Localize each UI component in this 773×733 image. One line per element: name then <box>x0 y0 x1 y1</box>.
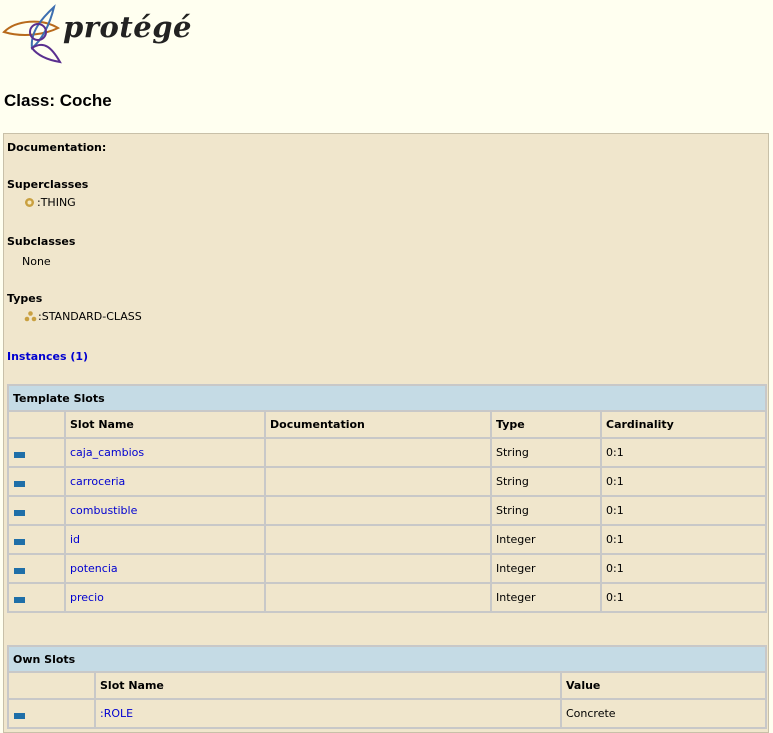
template-slots-table: Template Slots Slot Name Documentation T… <box>7 384 767 613</box>
slot-icon-cell <box>7 698 96 729</box>
slot-type-cell: String <box>490 466 602 497</box>
slot-documentation-cell <box>264 466 492 497</box>
documentation-label: Documentation: <box>7 141 107 154</box>
protege-logo-icon <box>2 4 62 64</box>
column-header-documentation: Documentation <box>264 410 492 439</box>
slot-type-cell: String <box>490 495 602 526</box>
slot-type-cell: String <box>490 437 602 468</box>
slot-icon-cell <box>7 524 66 555</box>
slot-documentation-cell <box>264 437 492 468</box>
page-title: Class: Coche <box>4 91 112 110</box>
table-row: combustible String 0:1 <box>7 495 767 526</box>
slot-cardinality-cell: 0:1 <box>600 437 767 468</box>
slot-link[interactable]: caja_cambios <box>70 446 144 459</box>
slot-name-cell: carroceria <box>64 466 266 497</box>
slot-icon <box>14 597 25 603</box>
slot-link[interactable]: id <box>70 533 80 546</box>
table-row: caja_cambios String 0:1 <box>7 437 767 468</box>
slot-documentation-cell <box>264 582 492 613</box>
slot-link[interactable]: potencia <box>70 562 118 575</box>
types-label: Types <box>7 292 43 305</box>
slot-icon-cell <box>7 437 66 468</box>
slot-type-cell: Integer <box>490 553 602 584</box>
slot-icon-cell <box>7 495 66 526</box>
slot-name-cell: caja_cambios <box>64 437 266 468</box>
slot-icon-cell <box>7 553 66 584</box>
own-slots-table: Own Slots Slot Name Value :ROLE Concrete <box>7 645 767 729</box>
slot-link[interactable]: :ROLE <box>100 707 133 720</box>
slot-cardinality-cell: 0:1 <box>600 495 767 526</box>
slot-icon <box>14 481 25 487</box>
slot-icon <box>14 713 25 719</box>
slot-cardinality-cell: 0:1 <box>600 466 767 497</box>
column-header-slot-name: Slot Name <box>94 671 562 700</box>
slot-name-cell: potencia <box>64 553 266 584</box>
slot-link[interactable]: precio <box>70 591 104 604</box>
template-slots-caption: Template Slots <box>7 384 767 412</box>
slot-icon <box>14 510 25 516</box>
own-slots-caption: Own Slots <box>7 645 767 673</box>
slot-value-cell: Concrete <box>560 698 767 729</box>
column-header-cardinality: Cardinality <box>600 410 767 439</box>
logo-text: protégé <box>63 10 192 44</box>
table-row: carroceria String 0:1 <box>7 466 767 497</box>
table-row: id Integer 0:1 <box>7 524 767 555</box>
slot-icon <box>14 568 25 574</box>
icon-column-header <box>7 410 66 439</box>
slot-name-cell: id <box>64 524 266 555</box>
slot-link[interactable]: carroceria <box>70 475 125 488</box>
superclasses-label: Superclasses <box>7 178 89 191</box>
slot-documentation-cell <box>264 553 492 584</box>
slot-icon <box>14 452 25 458</box>
class-circle-icon <box>25 198 34 207</box>
type-item: :STANDARD-CLASS <box>24 310 142 323</box>
protege-logo: protégé <box>2 4 191 66</box>
superclass-name: :THING <box>37 196 76 209</box>
slot-icon <box>14 539 25 545</box>
metaclass-icon <box>24 311 37 322</box>
instances-link[interactable]: Instances (1) <box>7 350 88 363</box>
slot-name-cell: precio <box>64 582 266 613</box>
slot-type-cell: Integer <box>490 582 602 613</box>
class-details-panel: Documentation: Superclasses :THING Subcl… <box>3 133 769 733</box>
superclass-item: :THING <box>24 196 76 209</box>
type-name: :STANDARD-CLASS <box>38 310 142 323</box>
icon-column-header <box>7 671 96 700</box>
table-row: potencia Integer 0:1 <box>7 553 767 584</box>
table-row: :ROLE Concrete <box>7 698 767 729</box>
slot-documentation-cell <box>264 524 492 555</box>
column-header-value: Value <box>560 671 767 700</box>
slot-type-cell: Integer <box>490 524 602 555</box>
slot-icon-cell <box>7 466 66 497</box>
slot-name-cell: combustible <box>64 495 266 526</box>
slot-cardinality-cell: 0:1 <box>600 553 767 584</box>
slot-documentation-cell <box>264 495 492 526</box>
subclasses-value: None <box>22 255 51 268</box>
slot-link[interactable]: combustible <box>70 504 137 517</box>
column-header-slot-name: Slot Name <box>64 410 266 439</box>
slot-icon-cell <box>7 582 66 613</box>
slot-name-cell: :ROLE <box>94 698 562 729</box>
subclasses-label: Subclasses <box>7 235 76 248</box>
slot-cardinality-cell: 0:1 <box>600 582 767 613</box>
column-header-type: Type <box>490 410 602 439</box>
slot-cardinality-cell: 0:1 <box>600 524 767 555</box>
table-row: precio Integer 0:1 <box>7 582 767 613</box>
